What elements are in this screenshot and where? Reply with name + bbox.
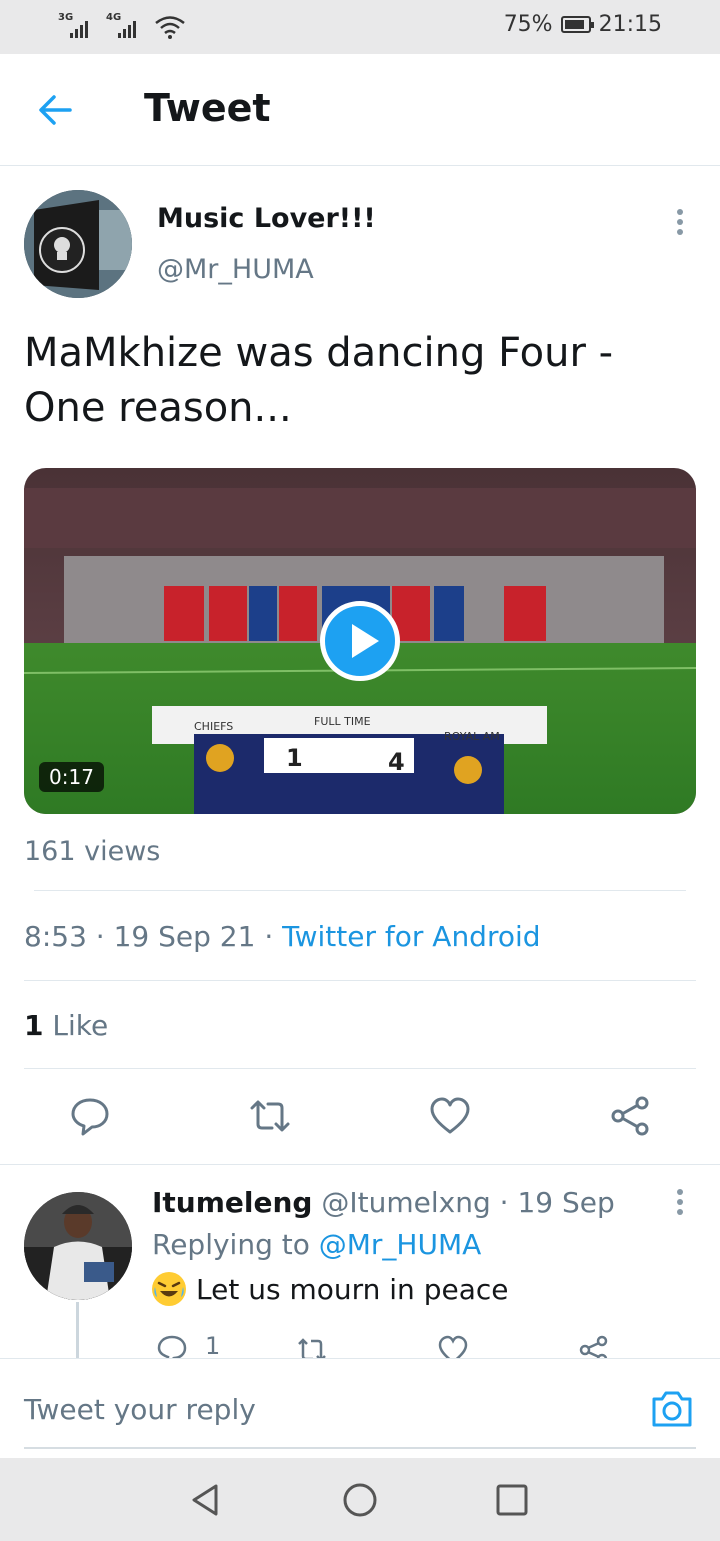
view-count: 161 views [24,836,161,867]
reply-date: 19 Sep [517,1186,615,1219]
avatar-image [24,190,132,298]
app-header: Tweet [0,54,720,166]
play-button[interactable] [320,601,400,681]
reply-text: Let us mourn in peace [196,1272,509,1306]
reply-author-name[interactable]: Itumeleng [152,1186,312,1219]
tweet-metadata: 8:53 · 19 Sep 21 · Twitter for Android [24,920,541,953]
reply-author-handle[interactable]: @Itumelxng [321,1186,490,1219]
retweet-icon[interactable] [296,1334,328,1358]
video-duration: 0:17 [39,762,104,792]
reply-icon[interactable] [68,1094,112,1138]
divider [24,1068,696,1069]
battery-icon [560,16,594,33]
like-label: Like [52,1009,109,1042]
laughing-crying-emoji-icon [152,1272,186,1306]
reply-actions: 1 [0,1330,720,1358]
page-title: Tweet [144,86,271,130]
like-heart-icon[interactable] [437,1334,469,1358]
divider [34,890,686,891]
composer-underline [24,1447,696,1449]
divider [24,980,696,981]
system-nav-bar [0,1458,720,1541]
scoreboard-label: FULL TIME [314,715,371,728]
divider [0,1164,720,1165]
like-heart-icon[interactable] [428,1094,472,1138]
share-icon[interactable] [578,1334,610,1358]
nav-recents-icon[interactable] [492,1480,532,1520]
tweet-date: 19 Sep 21 [113,920,256,953]
tweet-text: MaMkhize was dancing Four - One reason..… [24,330,614,431]
clock: 21:15 [598,12,662,37]
status-bar-left: 3G 4G [58,12,186,40]
reply-count: 1 [205,1332,221,1358]
like-count: 1 [24,1009,44,1042]
share-icon[interactable] [608,1094,652,1138]
video-thumbnail[interactable]: CHIEFS FULL TIME ROYAL AM 1 4 0:17 [24,468,696,814]
reply-more-options-icon[interactable] [670,1188,690,1218]
tweet-source-link[interactable]: Twitter for Android [282,920,540,953]
more-options-icon[interactable] [670,208,690,238]
wifi-icon [155,16,185,39]
reply-avatar[interactable] [24,1192,132,1300]
author-name[interactable]: Music Lover!!! [157,203,376,234]
cell-signal-icon: 4G [106,12,144,40]
back-arrow-icon[interactable] [36,90,76,130]
cell-signal-icon: 3G [58,12,96,40]
tweet-time: 8:53 [24,920,87,953]
reply-avatar-image [24,1192,132,1300]
status-bar-right: 75% 21:15 [504,12,662,37]
nav-home-icon[interactable] [340,1480,380,1520]
reply-composer: Tweet your reply [0,1358,720,1458]
reply-header: Itumeleng @Itumelxng · 19 Sep [152,1186,615,1219]
status-bar: 3G 4G 75% 21:15 [0,0,720,54]
replying-to-handle[interactable]: @Mr_HUMA [319,1228,482,1261]
tweet-actions [0,1094,720,1142]
scoreboard-right-score: 4 [388,748,405,776]
avatar[interactable] [24,190,132,298]
camera-icon[interactable] [650,1389,694,1429]
reply-icon[interactable] [156,1334,188,1358]
nav-back-icon[interactable] [186,1480,226,1520]
reply-text-row: Let us mourn in peace [152,1272,508,1306]
author-handle[interactable]: @Mr_HUMA [157,254,314,285]
battery-percent: 75% [503,12,553,37]
scoreboard-left-team: CHIEFS [194,720,233,733]
scoreboard-right-team: ROYAL AM [444,730,500,743]
scoreboard-left-score: 1 [286,744,303,772]
reply-input[interactable]: Tweet your reply [24,1393,256,1426]
replying-prefix: Replying to [152,1228,310,1261]
retweet-icon[interactable] [248,1094,292,1138]
likes-summary[interactable]: 1 Like [24,1009,108,1042]
replying-to: Replying to @Mr_HUMA [152,1228,481,1261]
